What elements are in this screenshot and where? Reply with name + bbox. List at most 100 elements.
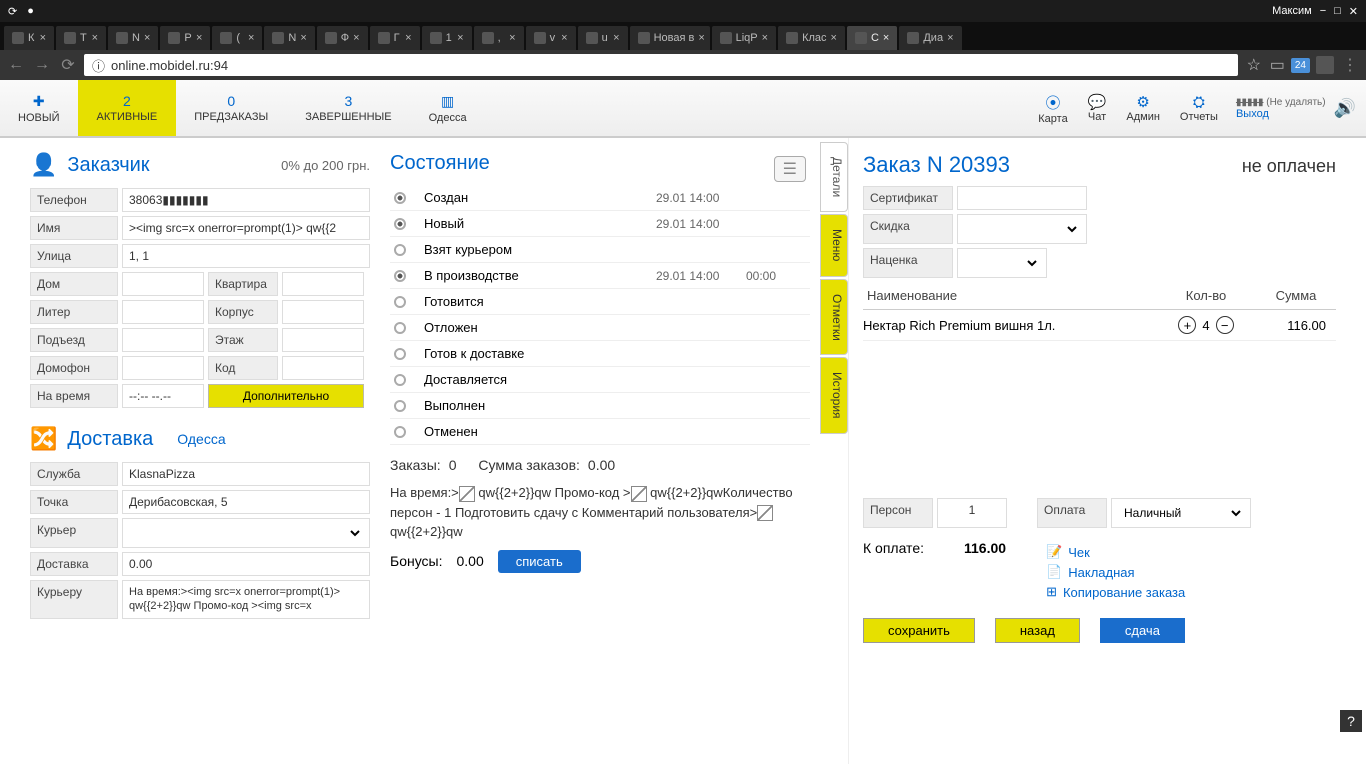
cast-icon[interactable]: ▭ xyxy=(1270,55,1285,75)
browser-tab[interactable]: N× xyxy=(264,26,314,50)
toolbar-active-button[interactable]: 2 АКТИВНЫЕ xyxy=(78,80,176,136)
status-row[interactable]: Доставляется xyxy=(390,367,810,393)
status-row[interactable]: Новый29.01 14:00 xyxy=(390,211,810,237)
nav-forward-icon[interactable]: → xyxy=(32,56,52,74)
chat-icon: 💬 xyxy=(1088,93,1107,111)
browser-tab[interactable]: Р× xyxy=(160,26,210,50)
win-close[interactable]: ✕ xyxy=(1349,5,1358,18)
url-input[interactable]: ⓘ online.mobidel.ru:94 xyxy=(84,54,1238,76)
toolbar-reports-button[interactable]: ⛭Отчеты xyxy=(1170,90,1228,127)
shuffle-icon: 🔀 xyxy=(30,426,57,452)
sound-icon[interactable]: 🔊 xyxy=(1334,98,1356,119)
browser-tab[interactable]: ,× xyxy=(474,26,524,50)
status-row[interactable]: В производстве29.01 14:0000:00 xyxy=(390,263,810,289)
input-name[interactable]: ><img src=x onerror=prompt(1)> qw{{2 xyxy=(122,216,370,240)
browser-tab[interactable]: Новая в× xyxy=(630,26,710,50)
select-payment[interactable]: Наличный xyxy=(1111,498,1251,528)
ext-badge[interactable]: 24 xyxy=(1291,58,1310,73)
browser-tab[interactable]: 1× xyxy=(422,26,472,50)
qty-minus-button[interactable]: − xyxy=(1216,316,1234,334)
toolbar-chat-button[interactable]: 💬Чат xyxy=(1078,89,1117,127)
input-phone[interactable]: 38063▮▮▮▮▮▮▮ xyxy=(122,188,370,212)
nav-reload-icon[interactable]: ⟳ xyxy=(58,55,78,75)
input-street[interactable]: 1, 1 xyxy=(122,244,370,268)
status-row[interactable]: Готов к доставке xyxy=(390,341,810,367)
bookmark-icon[interactable]: ☆ xyxy=(1244,55,1264,75)
back-button[interactable]: назад xyxy=(995,618,1080,643)
input-cert[interactable] xyxy=(957,186,1087,210)
win-min[interactable]: − xyxy=(1320,5,1326,17)
input-entrance[interactable] xyxy=(122,328,204,352)
radio-icon xyxy=(394,244,406,256)
input-delivery-cost[interactable]: 0.00 xyxy=(122,552,370,576)
delivery-city-link[interactable]: Одесса xyxy=(177,431,225,447)
label-payment: Оплата xyxy=(1037,498,1107,528)
writeoff-button[interactable]: списать xyxy=(498,550,581,573)
status-row[interactable]: Готовится xyxy=(390,289,810,315)
save-button[interactable]: сохранить xyxy=(863,618,975,643)
input-point[interactable]: Дерибасовская, 5 xyxy=(122,490,370,514)
menu-icon[interactable]: ⋮ xyxy=(1340,55,1360,75)
browser-tab[interactable]: С× xyxy=(847,26,897,50)
side-tab-Меню[interactable]: Меню xyxy=(820,214,848,276)
extra-button[interactable]: Дополнительно xyxy=(208,384,364,408)
input-persons[interactable]: 1 xyxy=(937,498,1007,528)
map-pin-icon: ⦿ xyxy=(1038,92,1067,113)
browser-tab[interactable]: Г× xyxy=(370,26,420,50)
input-floor[interactable] xyxy=(282,328,364,352)
input-service[interactable]: KlasnaPizza xyxy=(122,462,370,486)
status-row[interactable]: Взят курьером xyxy=(390,237,810,263)
input-courier-note[interactable]: На время:><img src=x onerror=prompt(1)> … xyxy=(122,580,370,619)
toolbar-admin-button[interactable]: ⚙Админ xyxy=(1116,89,1170,127)
action-invoice[interactable]: 📄Накладная xyxy=(1046,562,1185,582)
select-markup[interactable] xyxy=(957,248,1047,278)
win-max[interactable]: □ xyxy=(1334,5,1341,17)
label-time: На время xyxy=(30,384,118,408)
list-view-button[interactable]: ☰ xyxy=(774,156,806,182)
action-check[interactable]: 📝Чек xyxy=(1046,542,1185,562)
input-korpus[interactable] xyxy=(282,300,364,324)
browser-tab[interactable]: LiqP× xyxy=(712,26,776,50)
plus-icon: ✚ xyxy=(18,93,59,110)
toolbar-new-button[interactable]: ✚ НОВЫЙ xyxy=(0,80,78,136)
input-code[interactable] xyxy=(282,356,364,380)
input-intercom[interactable] xyxy=(122,356,204,380)
qty-plus-button[interactable]: + xyxy=(1178,316,1196,334)
browser-tab[interactable]: К× xyxy=(4,26,54,50)
radio-icon xyxy=(394,374,406,386)
status-row[interactable]: Выполнен xyxy=(390,393,810,419)
action-copy[interactable]: ⊞Копирование заказа xyxy=(1046,582,1185,602)
browser-tab[interactable]: Диа× xyxy=(899,26,961,50)
input-flat[interactable] xyxy=(282,272,364,296)
browser-tab[interactable]: N× xyxy=(108,26,158,50)
status-row[interactable]: Отложен xyxy=(390,315,810,341)
label-courier: Курьер xyxy=(30,518,118,548)
toolbar-map-button[interactable]: ⦿Карта xyxy=(1028,88,1077,129)
select-courier[interactable] xyxy=(122,518,370,548)
toolbar-city-button[interactable]: ▥ Одесса xyxy=(411,80,486,136)
toolbar-preorders-button[interactable]: 0 ПРЕДЗАКАЗЫ xyxy=(176,80,287,136)
browser-tab[interactable]: u× xyxy=(578,26,628,50)
toolbar-done-button[interactable]: 3 ЗАВЕРШЕННЫЕ xyxy=(287,80,410,136)
help-button[interactable]: ? xyxy=(1340,710,1362,732)
gear-icon: ⛭ xyxy=(1180,94,1218,111)
side-tab-Детали[interactable]: Детали xyxy=(820,142,848,212)
side-tab-Отметки[interactable]: Отметки xyxy=(820,279,848,356)
browser-tab[interactable]: v× xyxy=(526,26,576,50)
select-discount[interactable] xyxy=(957,214,1087,244)
browser-tab[interactable]: Клас× xyxy=(778,26,845,50)
input-liter[interactable] xyxy=(122,300,204,324)
status-row[interactable]: Отменен xyxy=(390,419,810,445)
change-button[interactable]: сдача xyxy=(1100,618,1185,643)
side-tab-История[interactable]: История xyxy=(820,357,848,434)
extension-icon[interactable] xyxy=(1316,56,1334,74)
browser-tab[interactable]: Т× xyxy=(56,26,106,50)
status-row[interactable]: Создан29.01 14:00 xyxy=(390,185,810,211)
label-markup: Наценка xyxy=(863,248,953,278)
logout-link[interactable]: Выход xyxy=(1236,108,1269,120)
browser-tab[interactable]: Ф× xyxy=(317,26,368,50)
browser-tab[interactable]: (× xyxy=(212,26,262,50)
nav-back-icon[interactable]: ← xyxy=(6,56,26,74)
input-house[interactable] xyxy=(122,272,204,296)
input-time[interactable]: --:-- --.-- xyxy=(122,384,204,408)
